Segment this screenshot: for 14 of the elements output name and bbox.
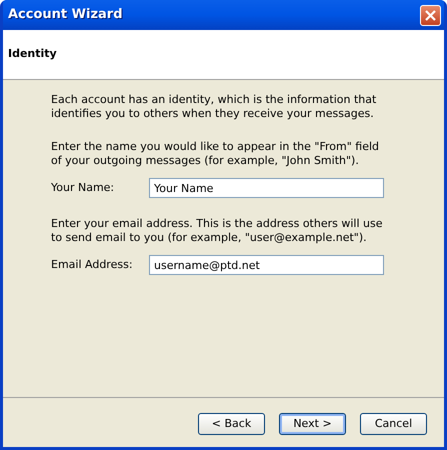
dialog-button[interactable]: Next > [279, 413, 346, 435]
field-description: Enter the name you would like to appear in the "From" field of your outgoing messages (for example, "John Smith"). [51, 140, 380, 168]
input-field[interactable]: Your Name [149, 178, 384, 198]
field-label: Email Address: [51, 258, 134, 272]
input-field[interactable]: username@ptd.net [149, 255, 384, 275]
close-button[interactable] [420, 4, 441, 26]
page-title: Identity [8, 47, 57, 60]
field-description: Enter your email address. This is the address others will use to send email to you (for example, "user@example.net"). [51, 217, 384, 245]
field-label: Your Name: [51, 181, 116, 195]
close-icon [425, 10, 436, 20]
dialog-button[interactable]: < Back [198, 413, 265, 435]
intro-text: Each account has an identity, which is the information that identifies you to others when they receive your messages. [51, 93, 378, 121]
dialog-button[interactable]: Cancel [360, 413, 427, 435]
window-title: Account Wizard [8, 6, 123, 24]
